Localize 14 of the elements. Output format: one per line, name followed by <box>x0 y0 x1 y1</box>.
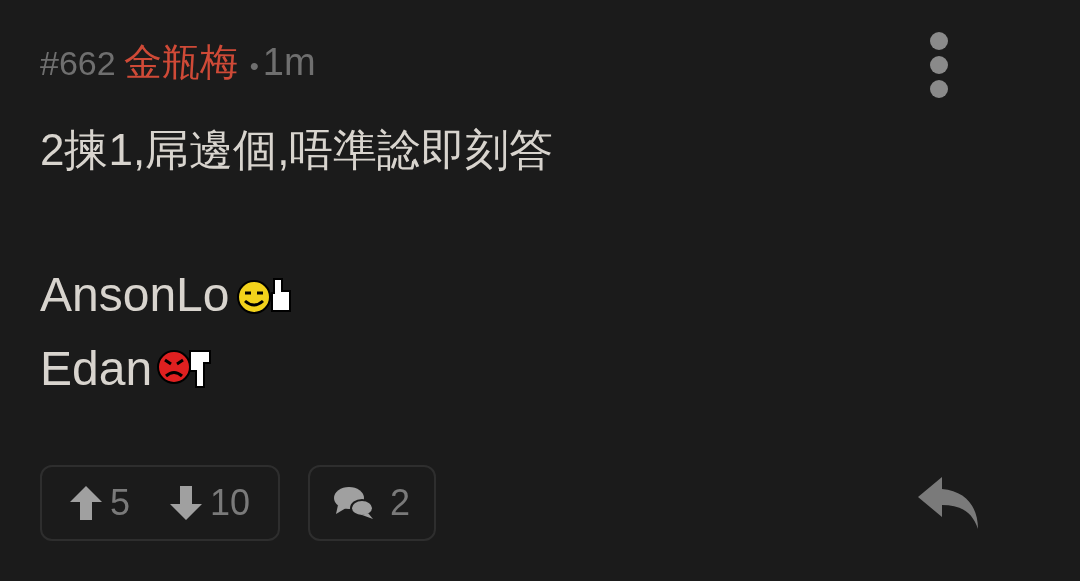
up-arrow-icon <box>70 486 102 520</box>
downvote-button[interactable]: 10 <box>170 476 251 530</box>
post-number: #662 <box>40 43 116 84</box>
speech-bubbles-icon <box>334 486 375 520</box>
separator: • <box>249 50 259 83</box>
pick-name: Edan <box>40 341 153 397</box>
post-time: 1m <box>262 40 316 85</box>
reply-icon[interactable] <box>918 477 980 529</box>
comments-button[interactable]: 2 <box>308 465 437 541</box>
post-text: 2揀1,屌邊個,唔準諗即刻答 <box>40 124 555 176</box>
author-name[interactable]: 金瓶梅 <box>123 30 238 94</box>
pick-name: AnsonLo <box>40 267 230 323</box>
upvote-button[interactable]: 5 <box>70 476 131 530</box>
down-arrow-icon <box>170 486 203 520</box>
